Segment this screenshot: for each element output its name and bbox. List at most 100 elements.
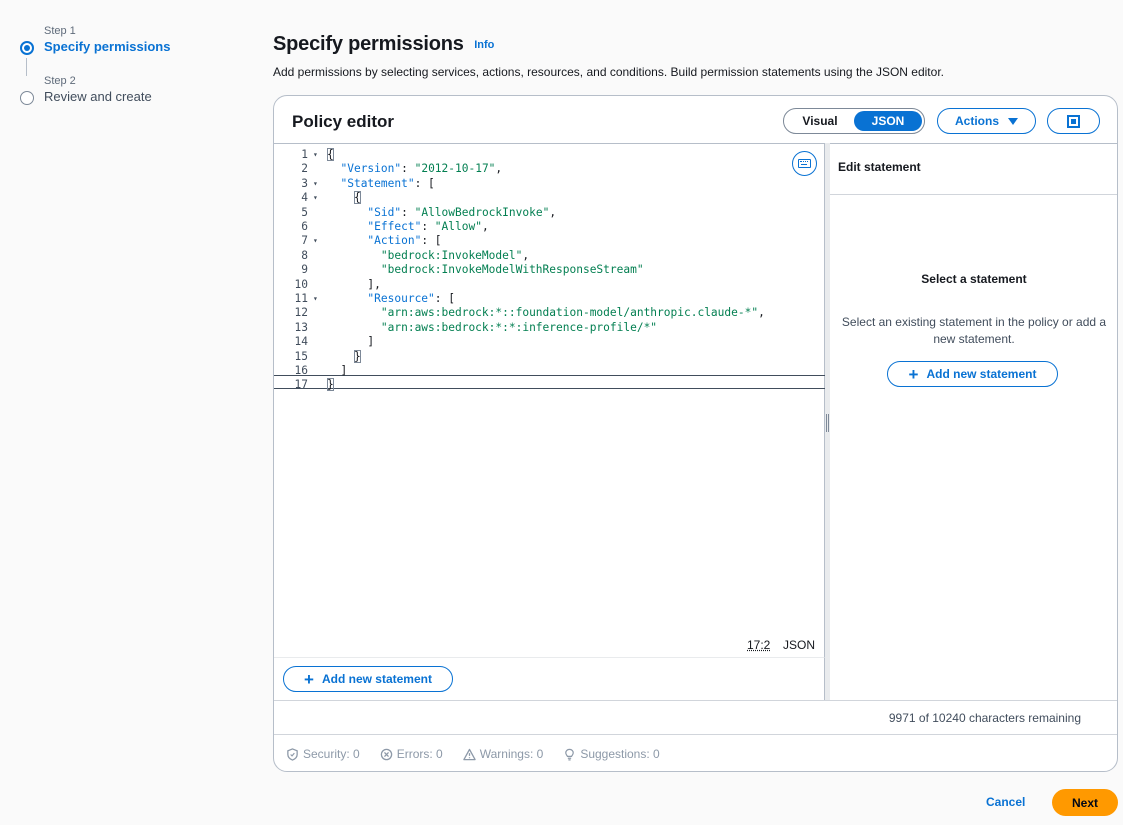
cursor-position[interactable]: 17:2 [747,638,770,652]
line-number: 3 [301,176,308,190]
code-text: "arn:aws:bedrock:*:*:inference-profile/*… [380,320,658,334]
editor-mode-toggle: Visual JSON [783,108,925,134]
code-line[interactable]: 13 "arn:aws:bedrock:*:*:inference-profil… [274,321,825,335]
fold-toggle-icon[interactable]: ▾ [313,148,318,162]
error-icon [380,748,392,760]
code-text: "bedrock:InvokeModelWithResponseStream" [380,263,644,277]
code-text: } [353,349,361,363]
fullscreen-button[interactable] [1047,108,1100,134]
json-mode-button[interactable]: JSON [854,111,922,131]
fold-toggle-icon[interactable]: ▾ [313,292,318,306]
characters-remaining: 9971 of 10240 characters remaining [888,711,1081,725]
line-number: 11 [294,292,308,305]
suggestions-check[interactable]: Suggestions: 0 [563,747,660,761]
step-1-radio [20,41,34,55]
code-line[interactable]: 1 ▾ { [274,148,825,162]
code-text: ], [327,277,381,291]
json-code-editor[interactable]: 1 ▾{2 "Version": "2012-10-17", 3 ▾ "Stateme… [274,143,825,657]
security-count: Security: 0 [303,747,360,761]
line-number: 15 [294,349,308,363]
wizard-steps: Step 1 Specify permissions Step 2 Review… [20,24,240,120]
code-text: "Sid": "AllowBedrockInvoke", [367,205,557,219]
panel-divider [830,194,1117,195]
step-1-title[interactable]: Specify permissions [44,38,240,56]
character-count-row: 9971 of 10240 characters remaining [274,700,1117,734]
step-1-number: Step 1 [44,25,76,37]
fold-toggle-icon[interactable]: ▾ [313,191,318,205]
caret-down-icon [1008,117,1018,125]
code-line[interactable]: 17} [274,378,825,392]
lightbulb-icon [565,748,575,760]
code-line[interactable]: 8 "bedrock:InvokeModel", [274,249,825,263]
line-number: 5 [301,205,308,219]
splitter-handle-icon[interactable] [826,414,829,432]
code-line[interactable]: 5 "Sid": "AllowBedrockInvoke", [274,206,825,220]
fold-toggle-icon[interactable]: ▾ [313,234,318,248]
keyboard-shortcuts-button[interactable] [792,151,817,176]
actions-dropdown-button[interactable]: Actions [937,108,1036,134]
line-number: 9 [301,263,308,277]
security-check[interactable]: Security: 0 [286,747,360,761]
visual-mode-button[interactable]: Visual [786,111,854,131]
line-number: 2 [301,162,308,176]
code-line[interactable]: 7 ▾ "Action": [ [274,234,825,248]
line-number: 13 [294,320,308,334]
line-number: 16 [294,364,308,377]
code-line[interactable]: 11 ▾ "Resource": [ [274,292,825,306]
code-text: ] [327,335,375,349]
panel-add-statement-label: Add new statement [926,367,1037,381]
code-text: { [353,191,361,205]
code-text: "Statement": [ [340,176,435,190]
edit-statement-panel: Edit statement Select a statement Select… [830,143,1117,700]
code-line[interactable]: 9 "bedrock:InvokeModelWithResponseStream… [274,263,825,277]
actions-label: Actions [954,114,999,128]
code-text: ] [327,364,348,377]
code-text: "Effect": "Allow", [367,220,489,233]
code-line[interactable]: 6 "Effect": "Allow", [274,220,825,234]
info-link[interactable]: Info [474,39,494,51]
step-2-number: Step 2 [44,75,76,87]
code-text: { [327,148,334,161]
code-line[interactable]: 4 ▾ { [274,191,825,205]
line-number: 10 [294,277,308,291]
step-connector [26,58,27,76]
page-title: Specify permissions [273,33,464,55]
fullscreen-icon [1067,114,1080,128]
code-line[interactable]: 12 "arn:aws:bedrock:*::foundation-model/… [274,306,825,320]
next-button[interactable]: Next [1052,789,1118,816]
line-number: 4 [301,191,308,205]
suggestions-count: Suggestions: 0 [580,747,660,761]
plus-icon: + [304,669,314,689]
code-line[interactable]: 16 ] [274,364,825,378]
fold-toggle-icon[interactable]: ▾ [313,177,318,191]
errors-check[interactable]: Errors: 0 [380,747,443,761]
errors-count: Errors: 0 [396,747,443,761]
warnings-check[interactable]: Warnings: 0 [462,747,543,761]
page-description: Add permissions by selecting services, a… [273,65,944,79]
add-new-statement-button[interactable]: + Add new statement [283,666,453,692]
add-statement-area: + Add new statement [274,657,825,700]
step-2[interactable]: Step 2 Review and create [20,74,240,106]
panel-add-new-statement-button[interactable]: + Add new statement [887,361,1058,387]
shield-icon [287,747,298,761]
code-text: "Version": "2012-10-17", [340,162,503,176]
line-number: 6 [301,220,308,233]
empty-state-description: Select an existing statement in the poli… [841,315,1107,346]
policy-editor-container: Policy editor Visual JSON Actions 1 ▾ {2 "… [273,95,1118,772]
line-number: 17 [294,378,308,392]
step-2-radio [20,91,34,105]
code-line[interactable]: 10 ], [274,278,825,292]
step-1[interactable]: Step 1 Specify permissions [20,24,240,56]
edit-statement-title: Edit statement [838,160,921,174]
code-line[interactable]: 15 } [274,349,825,364]
code-line[interactable]: 3 ▾ "Statement": [ [274,177,825,191]
add-statement-label: Add new statement [321,672,432,686]
line-number: 1 [301,148,308,161]
code-line[interactable]: 2 "Version": "2012-10-17", [274,162,825,176]
keyboard-icon [798,159,811,168]
line-number: 8 [301,248,308,262]
cancel-button[interactable]: Cancel [986,795,1025,809]
code-line[interactable]: 14 ] [274,335,825,349]
empty-state-title: Select a statement [921,272,1027,286]
line-number: 7 [301,234,308,248]
